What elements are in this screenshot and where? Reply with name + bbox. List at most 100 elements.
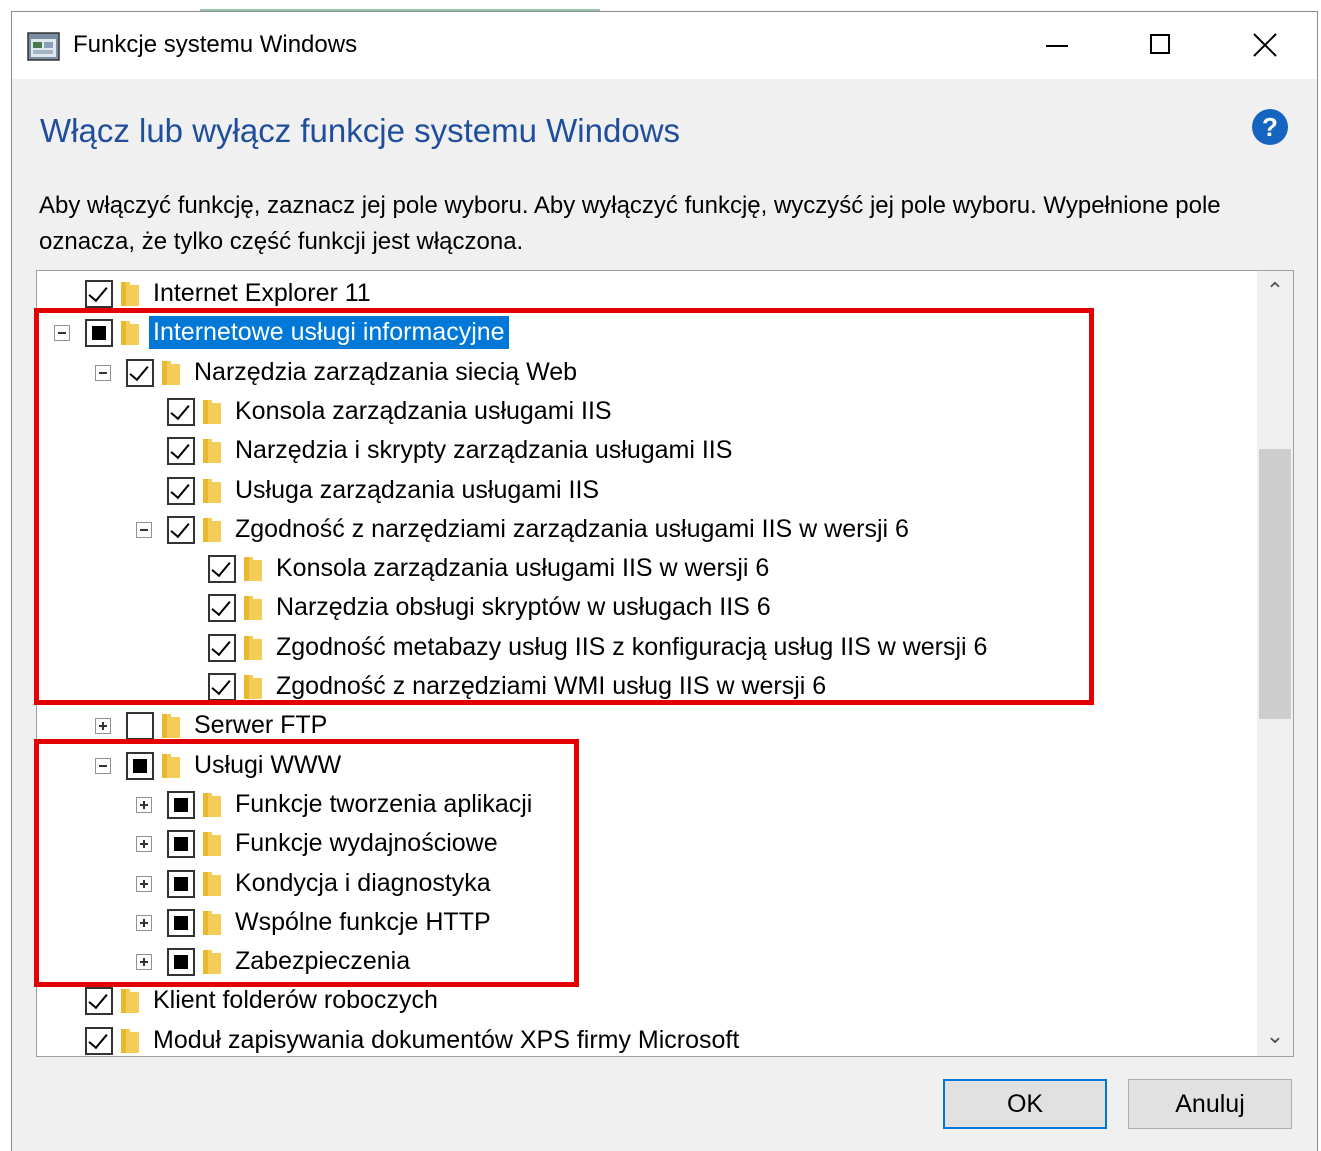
feature-label: Narzędzia i skrypty zarządzania usługami…: [235, 436, 733, 465]
feature-label: Moduł zapisywania dokumentów XPS firmy M…: [153, 1025, 740, 1054]
feature-checkbox-partial[interactable]: [85, 319, 113, 348]
feature-label: Usługa zarządzania usługami IIS: [235, 475, 600, 504]
feature-checkbox-checked[interactable]: [208, 673, 236, 701]
tree-item[interactable]: Internet Explorer 11: [37, 274, 1257, 313]
folder-icon: [244, 557, 262, 582]
feature-checkbox-partial[interactable]: [167, 830, 195, 859]
feature-label: Zgodność metabazy usług IIS z konfigurac…: [276, 632, 988, 661]
folder-icon: [203, 871, 221, 896]
feature-checkbox-checked[interactable]: [85, 1026, 113, 1055]
expand-plus-icon[interactable]: [136, 875, 152, 892]
description-text: Aby włączyć funkcję, zaznacz jej pole wy…: [39, 192, 1221, 255]
feature-label: Zgodność z narzędziami WMI usług IIS w w…: [276, 672, 827, 700]
feature-checkbox-checked[interactable]: [167, 437, 195, 466]
tree-item[interactable]: Zabezpieczenia: [37, 942, 1257, 981]
feature-checkbox-checked[interactable]: [208, 594, 236, 623]
feature-label: Internet Explorer 11: [153, 279, 371, 307]
collapse-minus-icon[interactable]: [95, 757, 111, 774]
feature-checkbox-partial[interactable]: [167, 790, 195, 819]
feature-label: Usługi WWW: [194, 750, 342, 779]
feature-label: Wspólne funkcje HTTP: [235, 907, 491, 936]
folder-icon: [203, 517, 221, 542]
tree-item[interactable]: Konsola zarządzania usługami IIS: [37, 392, 1257, 431]
tree-item[interactable]: Narzędzia obsługi skryptów w usługach II…: [37, 588, 1257, 627]
feature-label: Internetowe usługi informacyjne: [149, 316, 509, 350]
feature-checkbox-partial[interactable]: [167, 948, 195, 977]
expand-plus-icon[interactable]: [136, 836, 152, 853]
feature-checkbox-checked[interactable]: [167, 476, 195, 505]
tree-item[interactable]: Narzędzia i skrypty zarządzania usługami…: [37, 431, 1257, 470]
feature-checkbox-checked[interactable]: [208, 555, 236, 584]
maximize-icon: [1150, 34, 1170, 54]
folder-icon: [203, 792, 221, 817]
tree-item[interactable]: Funkcje tworzenia aplikacji: [37, 785, 1257, 824]
tree-item[interactable]: Klient folderów roboczych: [37, 981, 1257, 1020]
feature-checkbox-checked[interactable]: [167, 515, 195, 544]
minimize-button[interactable]: [1004, 12, 1108, 79]
feature-checkbox-partial[interactable]: [126, 751, 154, 780]
feature-label: Narzędzia zarządzania siecią Web: [194, 357, 578, 386]
tree-item[interactable]: Funkcje wydajnościowe: [37, 824, 1257, 863]
feature-label: Konsola zarządzania usługami IIS: [235, 396, 612, 425]
scroll-up-arrow-icon[interactable]: ⌃: [1257, 271, 1293, 311]
feature-checkbox-checked[interactable]: [126, 358, 154, 387]
folder-icon: [162, 753, 180, 778]
folder-icon: [244, 635, 262, 660]
maximize-button[interactable]: [1108, 12, 1212, 79]
folder-icon: [203, 832, 221, 857]
collapse-minus-icon[interactable]: [136, 521, 152, 538]
feature-checkbox-partial[interactable]: [167, 869, 195, 898]
feature-checkbox-unchecked[interactable]: [126, 712, 154, 741]
feature-label: Serwer FTP: [194, 711, 328, 740]
tree-item[interactable]: Usługa zarządzania usługami IIS: [37, 471, 1257, 510]
feature-checkbox-checked[interactable]: [85, 987, 113, 1016]
close-button[interactable]: [1212, 12, 1316, 79]
folder-icon: [244, 596, 262, 621]
folder-icon: [121, 989, 139, 1014]
feature-checkbox-checked[interactable]: [208, 633, 236, 662]
scroll-down-arrow-icon[interactable]: ⌄: [1257, 1016, 1293, 1056]
feature-label: Funkcje wydajnościowe: [235, 829, 498, 858]
folder-icon: [162, 360, 180, 385]
windows-features-icon: [27, 32, 60, 61]
expand-plus-icon[interactable]: [136, 914, 152, 931]
feature-label: Zabezpieczenia: [235, 947, 411, 976]
feature-label: Funkcje tworzenia aplikacji: [235, 789, 533, 818]
tree-item[interactable]: Internetowe usługi informacyjne: [37, 313, 1257, 352]
help-icon[interactable]: ?: [1252, 109, 1288, 145]
expand-plus-icon[interactable]: [136, 954, 152, 971]
tree-item[interactable]: Narzędzia zarządzania siecią Web: [37, 353, 1257, 392]
collapse-minus-icon[interactable]: [54, 325, 70, 342]
folder-icon: [162, 714, 180, 739]
title-bar: Funkcje systemu Windows: [12, 12, 1317, 79]
tree-item[interactable]: Zgodność z narzędziami zarządzania usług…: [37, 510, 1257, 549]
feature-checkbox-partial[interactable]: [167, 908, 195, 937]
window-title: Funkcje systemu Windows: [73, 31, 358, 58]
tree-item[interactable]: Serwer FTP: [37, 706, 1257, 745]
cancel-button[interactable]: Anuluj: [1128, 1079, 1292, 1129]
scroll-thumb[interactable]: [1259, 449, 1291, 719]
minimize-icon: [1046, 45, 1068, 47]
expand-plus-icon[interactable]: [136, 796, 152, 813]
collapse-minus-icon[interactable]: [95, 364, 111, 381]
windows-features-dialog: Funkcje systemu Windows Włącz lub wyłącz…: [11, 11, 1318, 1151]
vertical-scrollbar[interactable]: ⌃ ⌄: [1257, 271, 1293, 1056]
folder-icon: [121, 321, 139, 346]
tree-item[interactable]: Wspólne funkcje HTTP: [37, 903, 1257, 942]
feature-label: Konsola zarządzania usługami IIS w wersj…: [276, 554, 770, 583]
background-left-edge: [0, 11, 11, 1151]
features-tree[interactable]: ⌃ ⌄ Internet Explorer 11 Internetowe usłu…: [36, 270, 1294, 1057]
tree-item[interactable]: Usługi WWW: [37, 746, 1257, 785]
ok-button[interactable]: OK: [943, 1079, 1107, 1129]
folder-icon: [203, 950, 221, 975]
folder-icon: [203, 910, 221, 935]
tree-item[interactable]: Zgodność metabazy usług IIS z konfigurac…: [37, 628, 1257, 667]
expand-plus-icon[interactable]: [95, 718, 111, 735]
feature-checkbox-checked[interactable]: [85, 280, 113, 308]
tree-item[interactable]: Moduł zapisywania dokumentów XPS firmy M…: [37, 1021, 1257, 1056]
tree-item[interactable]: Konsola zarządzania usługami IIS w wersj…: [37, 549, 1257, 588]
feature-checkbox-checked[interactable]: [167, 397, 195, 426]
folder-icon: [203, 399, 221, 424]
tree-item[interactable]: Kondycja i diagnostyka: [37, 864, 1257, 903]
tree-item[interactable]: Zgodność z narzędziami WMI usług IIS w w…: [37, 667, 1257, 706]
